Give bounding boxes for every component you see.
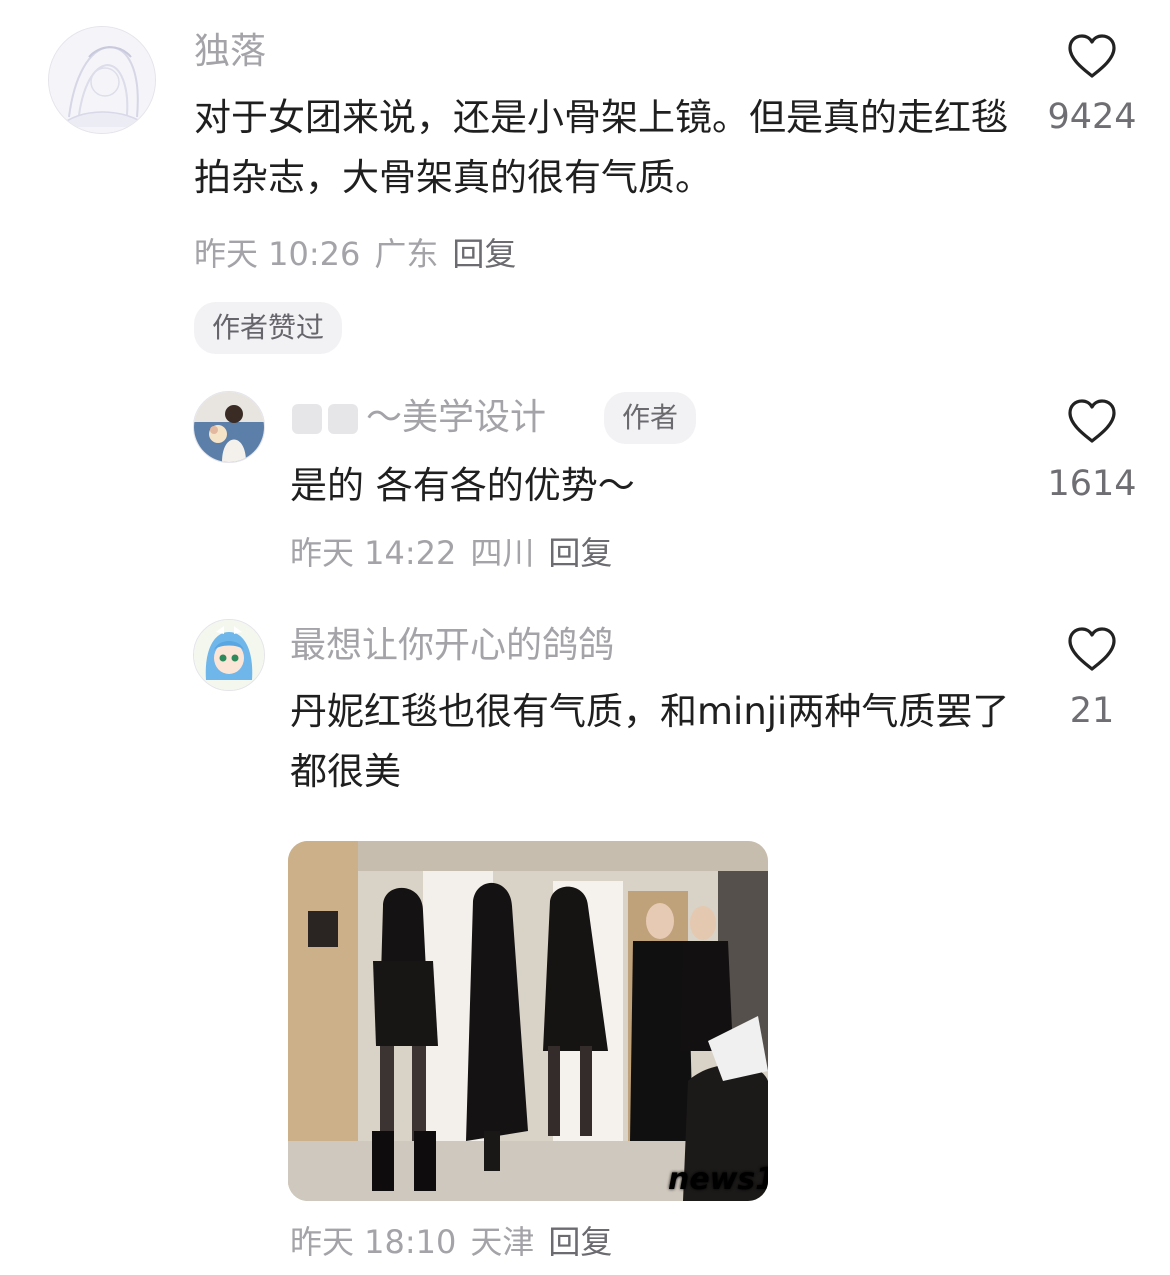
username-comment1[interactable]: 独落 (194, 30, 266, 74)
comment-text-3: 丹妮红毯也很有气质，和minji两种气质罢了都很美 (290, 690, 1010, 793)
red-carpet-photo: news1 (288, 841, 768, 1201)
comment-time: 昨天 10:26 (194, 235, 361, 273)
avatar-comment1[interactable] (48, 26, 156, 134)
like-button-comment2[interactable] (1066, 397, 1118, 449)
avatar-comment2[interactable] (193, 391, 265, 463)
meta-comment3: 昨天 18:10 天津 回复 (290, 1222, 626, 1262)
comment-text-2: 是的 各有各的优势～ (290, 464, 635, 507)
like-count-comment1: 9424 (1047, 97, 1137, 137)
author-liked-badge: 作者赞过 (194, 302, 343, 354)
blurred-glyphs-icon (292, 404, 358, 434)
comment-location: 广东 (374, 235, 439, 273)
photo-avatar-icon (194, 392, 264, 462)
comment-attached-image[interactable]: news1 (288, 841, 768, 1201)
username-comment3[interactable]: 最想让你开心的鸽鸽 (290, 624, 614, 668)
like-button-comment1[interactable] (1066, 32, 1118, 84)
like-count-comment3: 21 (1069, 691, 1115, 731)
like-button-comment3[interactable] (1066, 625, 1118, 677)
anime-sketch-avatar-icon (49, 27, 155, 133)
reply-button[interactable]: 回复 (548, 534, 612, 572)
heart-icon (1068, 399, 1116, 443)
comment-text-1: 对于女团来说，还是小骨架上镜。但是真的走红毯拍杂志，大骨架真的很有气质。 (194, 96, 1008, 199)
comment-time: 昨天 18:10 (290, 1223, 457, 1261)
reply-button[interactable]: 回复 (548, 1223, 612, 1261)
username-comment2-prefix (290, 396, 364, 440)
meta-comment1: 昨天 10:26 广东 回复 (194, 234, 530, 274)
avatar-comment3[interactable] (193, 619, 265, 691)
comment-location: 天津 (470, 1223, 535, 1261)
heart-icon (1068, 627, 1116, 671)
image-watermark: news1 (668, 1162, 768, 1197)
author-tag: 作者 (604, 392, 697, 444)
anime-blue-hair-avatar-icon (194, 620, 264, 690)
username-comment2[interactable]: ～美学设计 (366, 396, 546, 440)
comment-time: 昨天 14:22 (290, 534, 457, 572)
meta-comment2: 昨天 14:22 四川 回复 (290, 533, 626, 573)
reply-button[interactable]: 回复 (452, 235, 516, 273)
heart-icon (1068, 34, 1116, 78)
comment-location: 四川 (470, 534, 535, 572)
like-count-comment2: 1614 (1047, 464, 1137, 504)
